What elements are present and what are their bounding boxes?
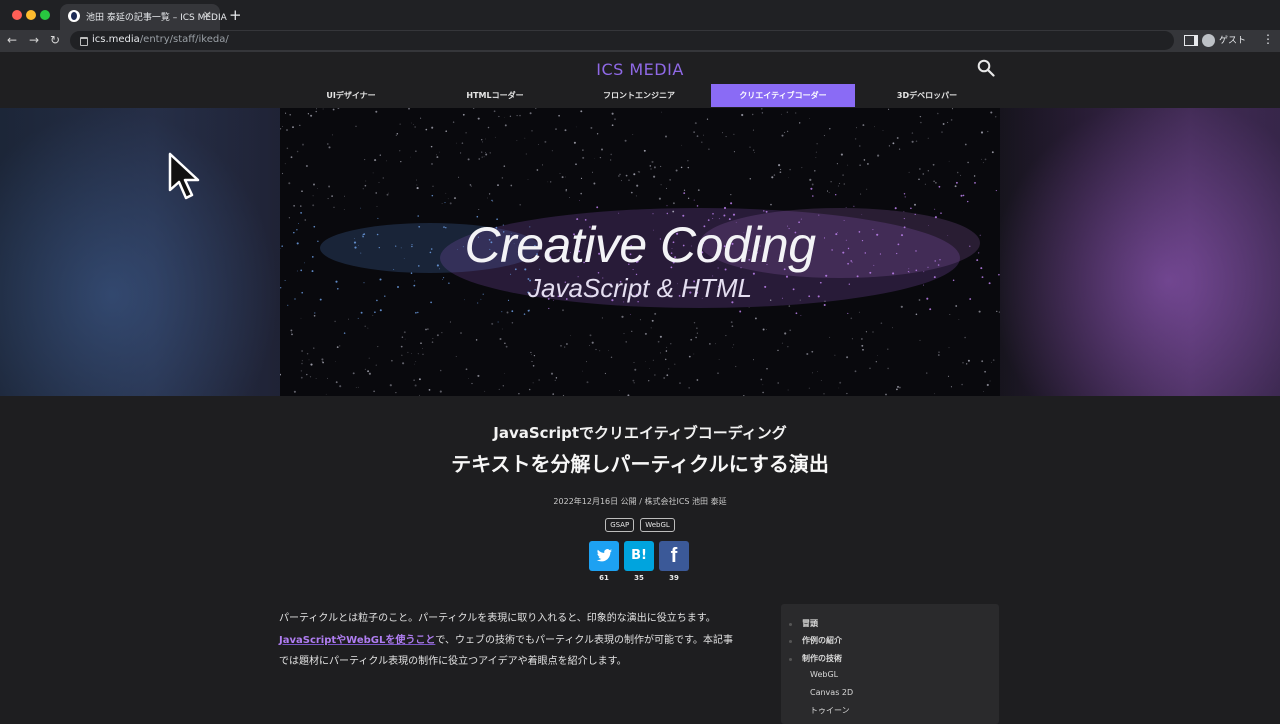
hatena-share-button[interactable]: B! 35 (624, 541, 654, 571)
toc-item-webgl[interactable]: WebGL (810, 670, 838, 679)
toc-item-examples[interactable]: 作例の紹介 (802, 635, 842, 646)
reload-button[interactable]: ↻ (50, 33, 60, 47)
nav-frontend-engineer[interactable]: フロントエンジニア (567, 84, 711, 107)
avatar (1202, 34, 1215, 47)
facebook-icon: f (659, 541, 689, 571)
site-logo[interactable]: ICS MEDIA (0, 60, 1280, 79)
toc-item-canvas2d[interactable]: Canvas 2D (810, 688, 853, 697)
profile-button[interactable]: ゲスト (1202, 33, 1246, 47)
lock-icon[interactable] (80, 37, 88, 46)
nav-creative-coder[interactable]: クリエイティブコーダー (711, 84, 855, 107)
article-title: テキストを分解しパーティクルにする演出 (0, 448, 1280, 477)
hero-title: Creative Coding (280, 216, 1000, 274)
browser-menu-icon[interactable]: ⋮ (1262, 32, 1274, 46)
hatena-icon: B! (624, 541, 654, 571)
article-body: パーティクルとは粒子のこと。パーティクルを表現に取り入れると、印象的な演出に役立… (279, 608, 759, 673)
body-paragraph-line: では題材にパーティクル表現の制作に役立つアイデアや着眼点を紹介します。 (279, 651, 759, 673)
browser-tab-bar: 池田 泰延の記事一覧 – ICS MEDIA × + (0, 0, 1280, 30)
url-text[interactable]: ics.media/entry/staff/ikeda/ (92, 34, 229, 45)
facebook-share-button[interactable]: f 39 (659, 541, 689, 571)
toc-item-tween[interactable]: トゥイーン (810, 705, 850, 716)
url-bar[interactable]: ics.media/entry/staff/ikeda/ (70, 31, 1174, 50)
hero-image: Creative Coding JavaScript & HTML (280, 108, 1000, 396)
tag-webgl[interactable]: WebGL (640, 518, 675, 532)
body-link[interactable]: JavaScriptやWebGLを使うこと (279, 635, 435, 646)
browser-tab[interactable]: 池田 泰延の記事一覧 – ICS MEDIA × (60, 4, 220, 30)
hero-blur-right (1000, 108, 1280, 396)
body-text: で、ウェブの技術でもパーティクル表現の制作が可能です。本記事 (435, 635, 733, 646)
side-panel-icon[interactable] (1184, 35, 1198, 46)
hero-subtitle: JavaScript & HTML (280, 273, 1000, 304)
tab-close-icon[interactable]: × (203, 8, 212, 21)
url-host: ics.media (92, 34, 140, 45)
twitter-bird-icon (589, 541, 619, 571)
nav-3d-developer[interactable]: 3Dデベロッパー (855, 84, 999, 107)
search-icon[interactable] (977, 59, 995, 77)
category-nav: UIデザイナー HTMLコーダー フロントエンジニア クリエイティブコーダー 3… (279, 84, 999, 107)
facebook-share-count: 39 (659, 574, 689, 582)
nav-ui-designer[interactable]: UIデザイナー (279, 84, 423, 107)
browser-toolbar: ← → ↻ ics.media/entry/staff/ikeda/ ゲスト ⋮ (0, 30, 1280, 52)
article-subtitle: JavaScriptでクリエイティブコーディング (0, 422, 1280, 443)
body-paragraph-line: JavaScriptやWebGLを使うことで、ウェブの技術でもパーティクル表現の… (279, 630, 759, 652)
site-favicon-icon (68, 10, 80, 22)
tag-list: GSAP WebGL (0, 518, 1280, 532)
profile-label: ゲスト (1219, 36, 1246, 46)
twitter-share-button[interactable]: 61 (589, 541, 619, 571)
table-of-contents: 冒頭 作例の紹介 制作の技術 WebGL Canvas 2D トゥイーン (781, 604, 999, 724)
body-paragraph-line: パーティクルとは粒子のこと。パーティクルを表現に取り入れると、印象的な演出に役立… (279, 608, 759, 630)
hero-blur-left (0, 108, 280, 396)
toc-item-techniques[interactable]: 制作の技術 (802, 653, 842, 664)
minimize-window-button[interactable] (26, 10, 36, 20)
toc-marker (789, 658, 792, 661)
nav-html-coder[interactable]: HTMLコーダー (423, 84, 567, 107)
share-buttons: 61 B! 35 f 39 (589, 541, 699, 586)
article: JavaScriptでクリエイティブコーディング テキストを分解しパーティクルに… (0, 396, 1280, 720)
article-meta: 2022年12月16日 公開 / 株式会社ICS 池田 泰延 (0, 496, 1280, 507)
close-window-button[interactable] (12, 10, 22, 20)
new-tab-button[interactable]: + (229, 6, 242, 24)
toc-marker (789, 640, 792, 643)
site-header: ICS MEDIA UIデザイナー HTMLコーダー フロントエンジニア クリエ… (0, 52, 1280, 108)
twitter-share-count: 61 (589, 574, 619, 582)
url-path: /entry/staff/ikeda/ (140, 34, 229, 45)
toc-marker (789, 623, 792, 626)
tag-gsap[interactable]: GSAP (605, 518, 634, 532)
hatena-share-count: 35 (624, 574, 654, 582)
maximize-window-button[interactable] (40, 10, 50, 20)
back-button[interactable]: ← (7, 33, 17, 47)
forward-button[interactable]: → (29, 33, 39, 47)
toc-item-intro[interactable]: 冒頭 (802, 618, 818, 629)
mouse-cursor-icon (168, 152, 202, 202)
